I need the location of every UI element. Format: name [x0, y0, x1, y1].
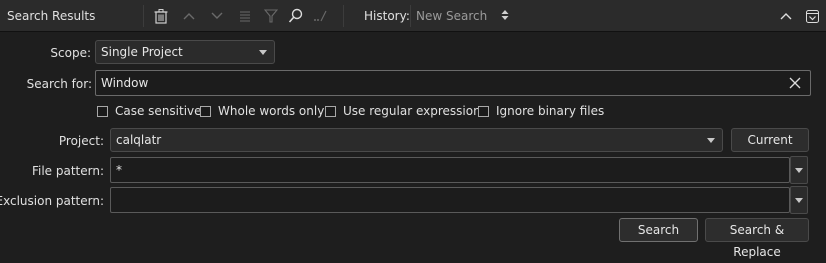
search-form: Scope: Single Project Search for: Window… [0, 32, 826, 259]
current-button[interactable]: Current [731, 128, 809, 152]
filter-icon[interactable] [261, 6, 281, 26]
regex-checkbox[interactable]: Use regular expressions [325, 104, 487, 118]
clear-icon[interactable] [789, 77, 801, 89]
chevron-down-icon [795, 198, 803, 203]
history-combobox[interactable]: New Search [410, 5, 515, 27]
exclusion-pattern-input[interactable] [110, 187, 790, 213]
toolbar-separator [343, 5, 344, 27]
ignore-binary-label: Ignore binary files [496, 104, 605, 118]
collapse-panel-icon[interactable] [802, 6, 822, 26]
list-icon[interactable] [235, 6, 255, 26]
search-button[interactable]: Search [619, 218, 698, 242]
case-sensitive-label: Case sensitive [115, 104, 202, 118]
chevron-down-icon [795, 168, 803, 173]
chevron-up-icon[interactable] [776, 6, 796, 26]
chevron-down-icon [259, 50, 267, 55]
search-input-value: Window [101, 76, 149, 90]
exclusion-pattern-label: Exclusion pattern: [0, 194, 104, 208]
project-label: Project: [58, 134, 104, 148]
search-input[interactable]: Window [95, 70, 811, 96]
file-pattern-label: File pattern: [31, 164, 104, 178]
chevron-down-icon [707, 138, 715, 143]
whole-words-label: Whole words only [218, 104, 325, 118]
scope-value: Single Project [101, 45, 183, 59]
scope-combobox[interactable]: Single Project [95, 40, 275, 64]
dot-dot-slash-icon[interactable] [311, 6, 331, 26]
toolbar-separator [143, 5, 144, 27]
file-pattern-input[interactable]: * [110, 157, 790, 183]
history-value: New Search [416, 9, 488, 23]
project-combobox[interactable]: calqlatr [110, 128, 723, 152]
history-label: History: [364, 9, 410, 23]
checkbox-box [97, 105, 108, 117]
whole-words-checkbox[interactable]: Whole words only [200, 104, 324, 118]
ignore-binary-checkbox[interactable]: Ignore binary files [478, 104, 604, 118]
project-value: calqlatr [116, 133, 162, 147]
case-sensitive-checkbox[interactable]: Case sensitive [97, 104, 202, 118]
up-down-icon [501, 10, 509, 20]
scope-label: Scope: [50, 46, 91, 60]
file-pattern-dropdown[interactable] [790, 156, 808, 184]
checkbox-box [478, 105, 489, 117]
exclusion-pattern-dropdown[interactable] [790, 186, 808, 214]
up-arrow-icon[interactable] [179, 6, 199, 26]
checkbox-box [325, 105, 336, 117]
search-replace-button[interactable]: Search & Replace [705, 218, 809, 259]
trash-icon[interactable] [151, 6, 171, 26]
search-for-label: Search for: [26, 77, 92, 91]
checkbox-box [200, 105, 211, 117]
panel-title: Search Results [7, 9, 96, 23]
down-arrow-icon[interactable] [207, 6, 227, 26]
search-results-toolbar: Search Results History: New Search [0, 0, 826, 32]
search-refresh-icon[interactable] [286, 6, 306, 26]
regex-label: Use regular expressions [343, 104, 487, 118]
file-pattern-value: * [116, 163, 122, 177]
